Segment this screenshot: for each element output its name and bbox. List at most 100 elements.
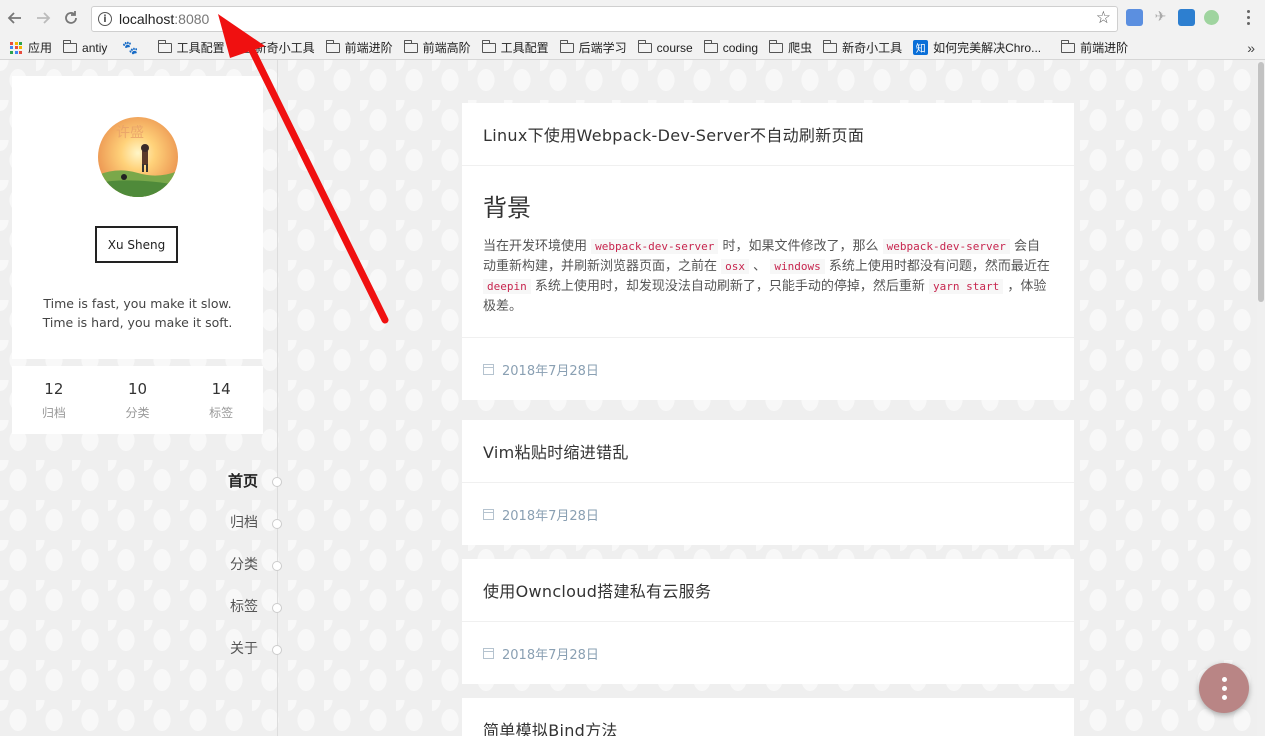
stat-label: 归档 (41, 405, 66, 420)
bookmark-folder[interactable]: 后端学习 (559, 39, 627, 56)
floating-menu-button[interactable] (1199, 663, 1249, 713)
post-meta: 2018年7月28日 (462, 338, 1074, 400)
url-port: :8080 (174, 11, 210, 27)
scrollbar-thumb[interactable] (1258, 62, 1264, 302)
bookmark-label: 应用 (28, 41, 53, 55)
avatar-illustration: 许盛 (98, 117, 178, 197)
post-date: 2018年7月28日 (502, 363, 599, 379)
bookmark-folder[interactable]: 前端进阶 (1061, 39, 1128, 56)
reload-button[interactable] (58, 5, 84, 31)
nav-dot-icon (272, 477, 282, 487)
author-motto: Time is fast, you make it slow. Time is … (12, 294, 263, 332)
folder-icon (769, 39, 784, 53)
post-card: Linux下使用Webpack-Dev-Server不自动刷新页面 背景 当在开… (462, 103, 1074, 400)
inline-code: webpack-dev-server (882, 239, 1010, 254)
bookmark-folder[interactable]: 爬虫 (769, 39, 812, 56)
stat-count: 12 (44, 379, 64, 398)
inline-code: osx (721, 259, 750, 274)
browser-toolbar: i localhost:8080 ☆ ✈ (0, 0, 1265, 36)
browser-menu-icon[interactable] (1247, 10, 1251, 28)
nav-dot-icon (272, 603, 282, 613)
bookmark-folder[interactable]: 前端高阶 (403, 39, 471, 56)
folder-icon (637, 39, 652, 53)
stat-tags[interactable]: 14 标签 (191, 380, 251, 421)
profile-card: 许盛 Xu Sheng Time is fast, you make it sl… (12, 76, 263, 359)
stat-count: 10 (127, 379, 148, 398)
stat-count: 14 (211, 379, 231, 398)
bookmark-folder[interactable]: 工具配置 (157, 39, 225, 56)
folder-icon (63, 39, 78, 53)
bookmarks-overflow-button[interactable]: » (1247, 40, 1255, 56)
url-host: localhost (119, 11, 175, 27)
inline-code: webpack-dev-server (591, 239, 719, 254)
s-extension-icon[interactable] (1178, 9, 1195, 26)
stat-archives[interactable]: 12 归档 (24, 380, 84, 421)
apps-grid-icon (10, 41, 22, 54)
bookmark-folder[interactable]: antiy (63, 39, 108, 55)
nav-item-categories[interactable]: 分类 (150, 554, 285, 596)
page-scrollbar[interactable] (1257, 60, 1265, 736)
pin-extension-icon[interactable]: ✈ (1152, 9, 1169, 26)
forward-button[interactable] (30, 5, 56, 31)
bookmark-label: 新奇小工具 (254, 41, 315, 55)
stat-categories[interactable]: 10 分类 (107, 380, 167, 421)
nav-item-home[interactable]: 首页 (150, 470, 285, 512)
bookmark-label: 工具配置 (176, 41, 225, 55)
motto-line: Time is hard, you make it soft. (42, 315, 233, 330)
nav-label: 首页 (227, 472, 258, 490)
bookmark-label: 后端学习 (578, 41, 627, 55)
bookmark-baidu[interactable]: 🐾 (118, 40, 146, 56)
nav-item-tags[interactable]: 标签 (150, 596, 285, 638)
green-extension-icon[interactable] (1204, 10, 1219, 25)
post-title[interactable]: 简单模拟Bind方法 (462, 698, 1074, 736)
bookmark-folder[interactable]: 前端进阶 (325, 39, 393, 56)
site-info-icon[interactable]: i (98, 12, 112, 26)
bookmark-folder[interactable]: 新奇小工具 (823, 39, 902, 56)
avatar-text: 许盛 (116, 125, 144, 141)
nav-dot-icon (272, 519, 282, 529)
post-title[interactable]: Vim粘贴时缩进错乱 (462, 420, 1074, 483)
author-name[interactable]: Xu Sheng (95, 226, 178, 263)
post-title[interactable]: 使用Owncloud搭建私有云服务 (462, 559, 1074, 622)
post-meta: 2018年7月28日 (462, 483, 1074, 545)
bookmark-folder[interactable]: course (637, 39, 693, 55)
dot-icon (1221, 685, 1227, 691)
translate-extension-icon[interactable] (1126, 9, 1143, 26)
post-title[interactable]: Linux下使用Webpack-Dev-Server不自动刷新页面 (462, 103, 1074, 166)
stats-card: 12 归档 10 分类 14 标签 (12, 366, 263, 434)
post-heading: 背景 (483, 194, 531, 222)
folder-icon (235, 39, 250, 53)
bookmark-folder[interactable]: 工具配置 (481, 39, 549, 56)
bookmark-folder[interactable]: coding (703, 39, 758, 55)
post-card: 简单模拟Bind方法 (462, 698, 1074, 736)
dot-icon (1221, 676, 1227, 682)
folder-icon (403, 39, 418, 53)
bookmark-label: 前端高阶 (422, 41, 471, 55)
stat-label: 标签 (209, 405, 234, 420)
folder-icon (1061, 39, 1076, 53)
bookmark-label: 前端进阶 (344, 41, 393, 55)
bookmark-folder[interactable]: 新奇小工具 (235, 39, 315, 56)
inline-code: yarn start (929, 279, 1004, 294)
back-button[interactable] (2, 5, 28, 31)
folder-icon (559, 39, 574, 53)
bookmark-apps[interactable]: 应用 (0, 39, 52, 56)
nav-label: 归档 (230, 515, 258, 531)
inline-code: deepin (483, 279, 531, 294)
nav-label: 关于 (230, 641, 258, 657)
address-bar[interactable]: i localhost:8080 ☆ (91, 6, 1118, 32)
bookmark-zhihu[interactable]: 知如何完美解决Chro... (913, 39, 1041, 56)
bookmark-label: 工具配置 (500, 41, 549, 55)
avatar[interactable]: 许盛 (98, 117, 178, 197)
calendar-icon (483, 647, 494, 659)
nav-item-archives[interactable]: 归档 (150, 512, 285, 554)
bookmark-star-icon[interactable]: ☆ (1096, 8, 1111, 28)
nav-item-about[interactable]: 关于 (150, 638, 285, 680)
zhihu-icon: 知 (913, 40, 929, 55)
bookmark-label: antiy (82, 40, 108, 55)
folder-icon (481, 39, 496, 53)
motto-line: Time is fast, you make it slow. (43, 296, 232, 311)
folder-icon (157, 39, 172, 53)
calendar-icon (483, 363, 494, 375)
nav-dot-icon (272, 561, 282, 571)
